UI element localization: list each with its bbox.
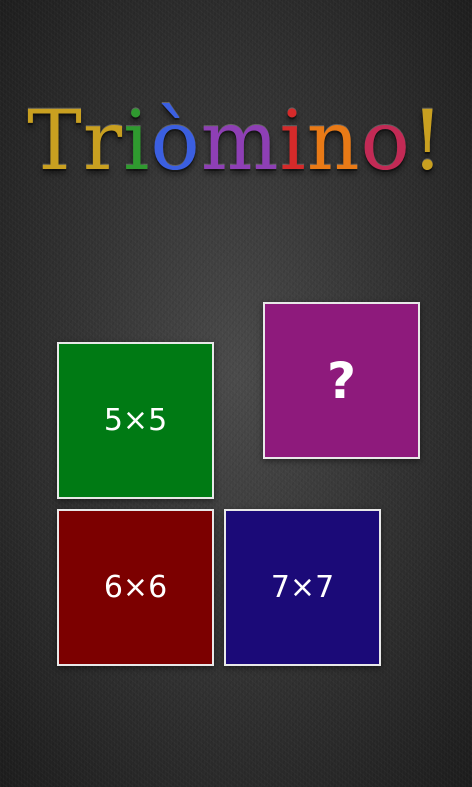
title-letter: T: [27, 94, 83, 189]
board-5x5-label: 5×5: [103, 403, 168, 438]
board-7x7-label: 7×7: [270, 570, 335, 605]
help-button[interactable]: ?: [263, 302, 420, 459]
title-letter: i: [279, 94, 307, 189]
board-7x7-button[interactable]: 7×7: [224, 509, 381, 666]
title-letter: !: [410, 94, 445, 189]
title-letter: r: [82, 94, 124, 189]
title-letter: m: [200, 94, 280, 189]
title-letter: ò: [150, 94, 201, 189]
board-6x6-button[interactable]: 6×6: [57, 509, 214, 666]
help-question-icon: ?: [326, 351, 356, 410]
app-title: Triòmino!: [0, 92, 472, 192]
title-letter: i: [123, 94, 151, 189]
title-letter: o: [360, 94, 411, 189]
board-6x6-label: 6×6: [103, 570, 168, 605]
board-5x5-button[interactable]: 5×5: [57, 342, 214, 499]
title-letter: n: [306, 94, 361, 189]
